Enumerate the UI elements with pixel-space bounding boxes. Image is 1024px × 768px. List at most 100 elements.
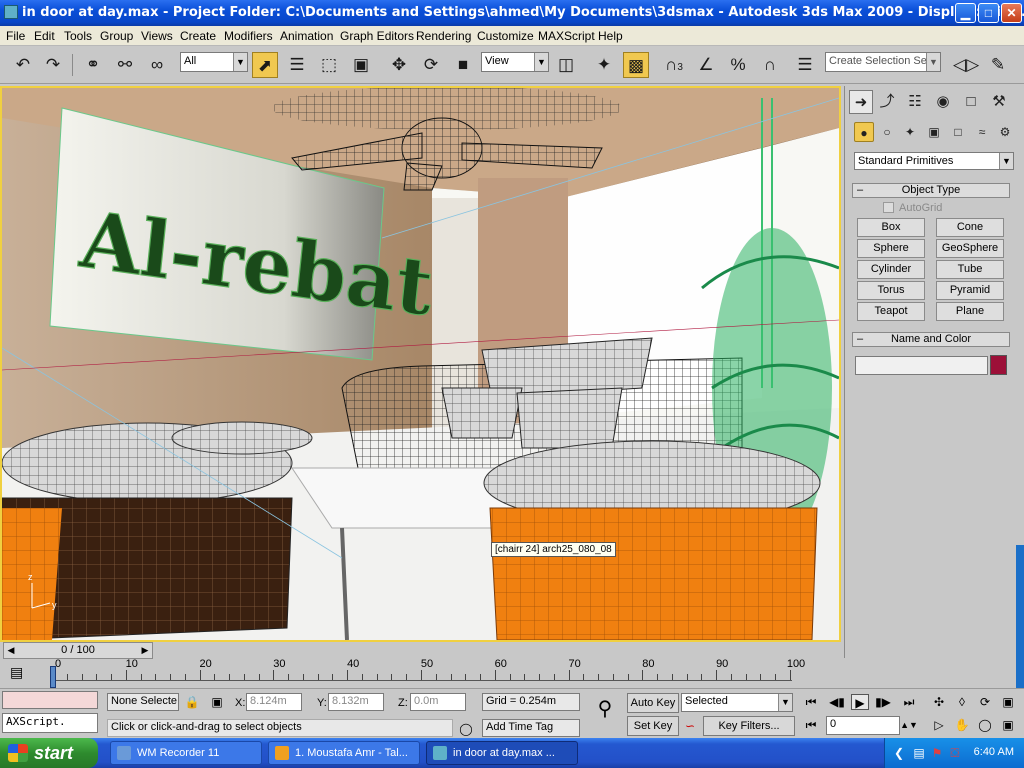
zoom-icon[interactable]: ✣ bbox=[930, 694, 948, 710]
absolute-mode-icon[interactable]: ▣ bbox=[208, 694, 226, 710]
geosphere-button[interactable]: GeoSphere bbox=[936, 239, 1004, 258]
reference-coordinate-dropdown[interactable]: View ▼ bbox=[481, 52, 549, 72]
select-and-manipulate-icon[interactable]: ✦ bbox=[591, 52, 617, 78]
start-button[interactable]: start bbox=[0, 738, 98, 768]
y-coordinate-field[interactable]: 8.132m bbox=[328, 693, 384, 711]
name-and-color-rollout[interactable]: – Name and Color bbox=[852, 332, 1010, 347]
lights-icon[interactable]: ✦ bbox=[900, 122, 920, 142]
selection-filter-dropdown[interactable]: All ▼ bbox=[180, 52, 248, 72]
slider-next-icon[interactable]: ▶ bbox=[139, 643, 151, 658]
cylinder-button[interactable]: Cylinder bbox=[857, 260, 925, 279]
field-of-view-icon[interactable]: ▷ bbox=[930, 717, 948, 733]
snaps-toggle-icon[interactable]: ∩3 bbox=[661, 52, 687, 78]
select-object-icon[interactable]: ⬈ bbox=[252, 52, 278, 78]
menu-modifiers[interactable]: Modifiers bbox=[224, 29, 273, 43]
tray-arrow-icon[interactable]: ❮ bbox=[891, 745, 907, 761]
current-frame-field[interactable]: 0 bbox=[826, 716, 900, 735]
select-and-scale-icon[interactable]: ■ bbox=[450, 52, 476, 78]
modify-tab-icon[interactable]: ⤴ bbox=[875, 90, 899, 114]
object-category-dropdown[interactable]: Standard Primitives ▼ bbox=[854, 152, 1014, 170]
cone-button[interactable]: Cone bbox=[936, 218, 1004, 237]
align-icon[interactable]: ✎ bbox=[985, 52, 1011, 78]
maxscript-mini-listener[interactable] bbox=[2, 691, 98, 709]
menu-group[interactable]: Group bbox=[100, 29, 133, 43]
menu-edit[interactable]: Edit bbox=[34, 29, 55, 43]
geometry-icon[interactable]: ● bbox=[854, 122, 874, 142]
object-type-rollout[interactable]: – Object Type bbox=[852, 183, 1010, 198]
goto-end-icon[interactable]: ⏭ bbox=[900, 694, 918, 710]
sphere-button[interactable]: Sphere bbox=[857, 239, 925, 258]
mirror-icon[interactable]: ◁▷ bbox=[953, 52, 979, 78]
add-time-tag-button[interactable]: Add Time Tag bbox=[482, 719, 580, 737]
autogrid-checkbox[interactable]: AutoGrid bbox=[883, 202, 942, 214]
x-coordinate-field[interactable]: 8.124m bbox=[246, 693, 302, 711]
network-icon[interactable]: ▤ bbox=[911, 745, 927, 761]
menu-maxscript[interactable]: MAXScript bbox=[538, 29, 595, 43]
plane-button[interactable]: Plane bbox=[936, 302, 1004, 321]
maxscript-input[interactable]: AXScript. bbox=[2, 713, 98, 733]
menu-tools[interactable]: Tools bbox=[64, 29, 92, 43]
zoom-all-icon[interactable]: ◊ bbox=[953, 694, 971, 710]
object-color-swatch[interactable] bbox=[990, 355, 1007, 375]
unlink-selection-icon[interactable]: ⚯ bbox=[112, 52, 138, 78]
time-slider[interactable]: ◀ 0 / 100 ▶ bbox=[3, 642, 153, 659]
tube-button[interactable]: Tube bbox=[936, 260, 1004, 279]
select-by-name-icon[interactable]: ☰ bbox=[284, 52, 310, 78]
default-tangents-icon[interactable]: ∽ bbox=[681, 718, 699, 734]
angle-snap-icon[interactable]: ∠ bbox=[693, 52, 719, 78]
teapot-button[interactable]: Teapot bbox=[857, 302, 925, 321]
edit-named-selection-icon[interactable]: ☰ bbox=[792, 52, 818, 78]
orbit-icon[interactable]: ⟳ bbox=[976, 694, 994, 710]
next-frame-icon[interactable]: ▮▶ bbox=[874, 694, 892, 710]
taskbar-item-wm-recorder[interactable]: WM Recorder 11 bbox=[110, 741, 262, 765]
menu-views[interactable]: Views bbox=[141, 29, 173, 43]
spinner-snap-icon[interactable]: ∩ bbox=[757, 52, 783, 78]
set-key-icon[interactable]: ⚲ bbox=[588, 699, 622, 723]
select-and-link-icon[interactable]: ⚭ bbox=[80, 52, 106, 78]
menu-create[interactable]: Create bbox=[180, 29, 216, 43]
key-mode-dropdown[interactable]: Selected ▼ bbox=[681, 693, 793, 712]
hierarchy-tab-icon[interactable]: ☷ bbox=[903, 90, 927, 114]
systems-icon[interactable]: ⚙ bbox=[995, 122, 1015, 142]
select-and-rotate-icon[interactable]: ⟳ bbox=[418, 52, 444, 78]
bind-to-space-warp-icon[interactable]: ∞ bbox=[144, 52, 170, 78]
menu-graph-editors[interactable]: Graph Editors bbox=[340, 29, 414, 43]
create-tab-icon[interactable]: ➜ bbox=[849, 90, 873, 114]
window-crossing-icon[interactable]: ▣ bbox=[348, 52, 374, 78]
redo-icon[interactable]: ↷ bbox=[40, 52, 66, 78]
clock[interactable]: 6:40 AM bbox=[974, 746, 1014, 758]
security-alert-icon[interactable]: ⚑ bbox=[929, 745, 945, 761]
slider-prev-icon[interactable]: ◀ bbox=[5, 643, 17, 658]
taskbar-item-messenger[interactable]: 1. Moustafa Amr - Tal... bbox=[268, 741, 420, 765]
previous-frame-icon[interactable]: ◀▮ bbox=[828, 694, 846, 710]
maximize-button[interactable]: □ bbox=[978, 3, 999, 23]
menu-help[interactable]: Help bbox=[598, 29, 623, 43]
box-button[interactable]: Box bbox=[857, 218, 925, 237]
shapes-icon[interactable]: ○ bbox=[877, 122, 897, 142]
undo-icon[interactable]: ↶ bbox=[10, 52, 36, 78]
maximize-viewport-icon[interactable]: ▣ bbox=[999, 717, 1017, 733]
named-selection-sets-dropdown[interactable]: Create Selection Set ▼ bbox=[825, 52, 941, 72]
menu-rendering[interactable]: Rendering bbox=[416, 29, 471, 43]
time-cursor[interactable] bbox=[50, 666, 56, 688]
helpers-icon[interactable]: □ bbox=[948, 122, 968, 142]
auto-key-button[interactable]: Auto Key bbox=[627, 693, 679, 713]
menu-customize[interactable]: Customize bbox=[477, 29, 534, 43]
display-tab-icon[interactable]: □ bbox=[959, 90, 983, 114]
shield-icon[interactable]: ⛋ bbox=[947, 745, 963, 761]
lock-selection-icon[interactable]: 🔒 bbox=[183, 694, 201, 710]
goto-start-icon[interactable]: ⏮ bbox=[802, 694, 820, 710]
use-pivot-center-icon[interactable]: ◫ bbox=[553, 52, 579, 78]
arc-rotate-icon[interactable]: ◯ bbox=[976, 717, 994, 733]
pan-icon[interactable]: ✋ bbox=[953, 717, 971, 733]
track-bar[interactable]: ▤ 0 10 20 30 40 50 60 70 80 90 100 bbox=[0, 658, 842, 688]
z-coordinate-field[interactable]: 0.0m bbox=[410, 693, 466, 711]
cameras-icon[interactable]: ▣ bbox=[924, 122, 944, 142]
menu-animation[interactable]: Animation bbox=[280, 29, 333, 43]
close-button[interactable]: ✕ bbox=[1001, 3, 1022, 23]
rectangular-selection-icon[interactable]: ⬚ bbox=[316, 52, 342, 78]
mini-curve-editor-icon[interactable]: ▤ bbox=[10, 664, 23, 681]
set-key-button[interactable]: Set Key bbox=[627, 716, 679, 736]
object-name-input[interactable] bbox=[855, 356, 988, 375]
pyramid-button[interactable]: Pyramid bbox=[936, 281, 1004, 300]
